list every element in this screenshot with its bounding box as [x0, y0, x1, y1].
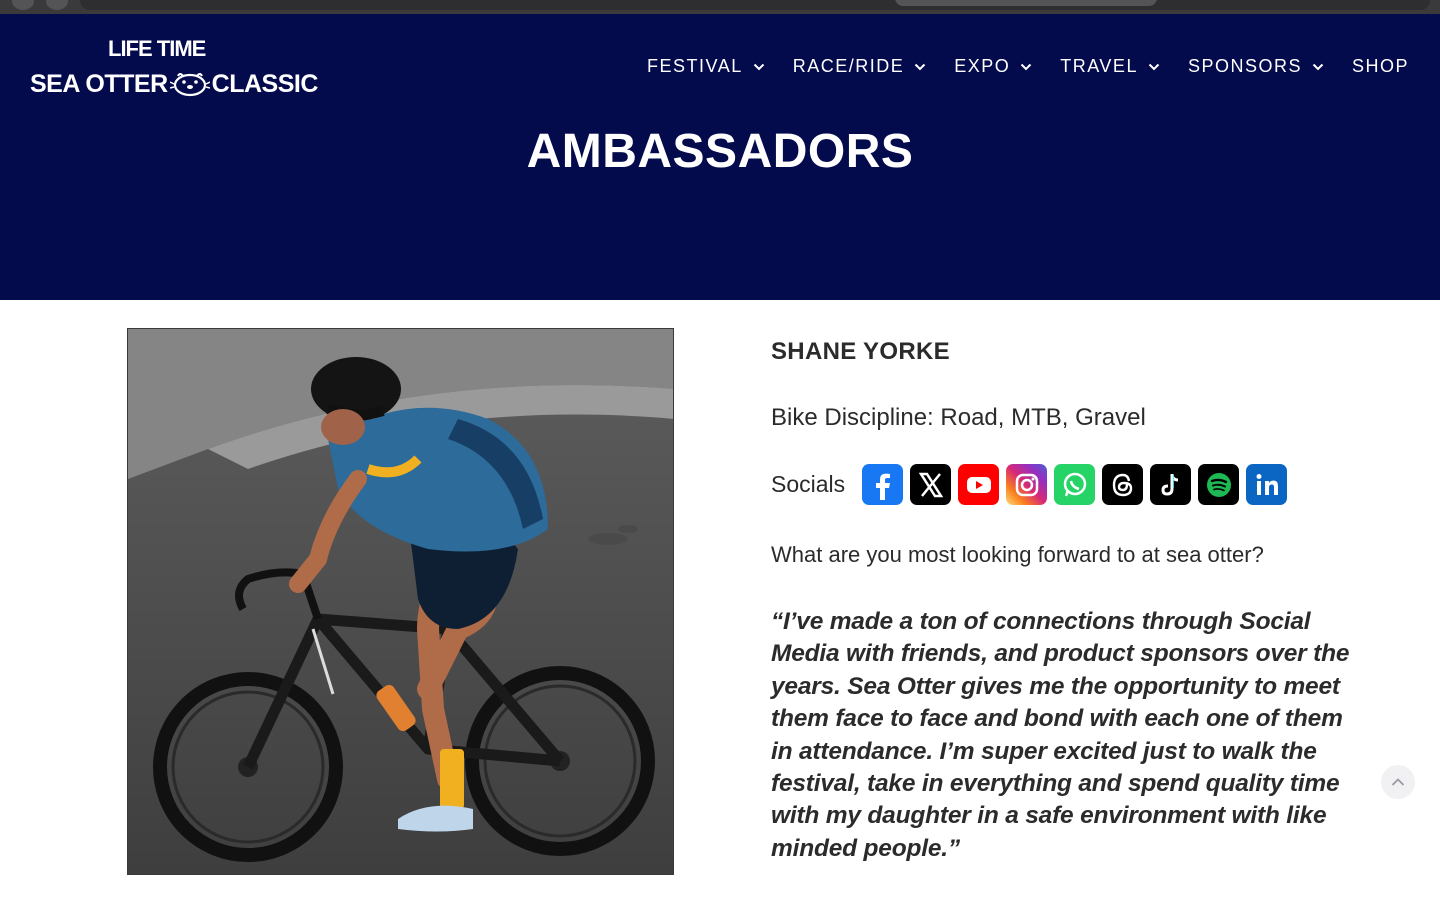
logo-sea-otter-classic: SEA OTTER CLASSIC [30, 70, 318, 99]
nav-shop[interactable]: SHOP [1352, 56, 1409, 77]
linkedin-icon[interactable] [1246, 464, 1288, 505]
spotify-icon[interactable] [1198, 464, 1240, 505]
nav-item-label: SHOP [1351, 56, 1409, 76]
nav-item-label: EXPO [954, 56, 1011, 76]
socials-row: Socials [771, 464, 1294, 505]
nav-festival[interactable]: FESTIVAL [647, 56, 765, 77]
chevron-down-icon [1312, 63, 1324, 70]
nav-item-label: FESTIVAL [647, 56, 743, 76]
browser-tab-bar [80, 0, 1430, 10]
x-icon[interactable] [910, 464, 952, 505]
ambassador-name: SHANE YORKE [771, 338, 950, 365]
nav-travel[interactable]: TRAVEL [1060, 56, 1160, 77]
logo-text-left: SEA OTTER [30, 70, 168, 98]
nav-item-label: SPONSORS [1187, 56, 1302, 76]
bike-discipline: Bike Discipline: Road, MTB, Gravel [771, 404, 1146, 431]
window-control-icon[interactable] [12, 0, 34, 10]
page-title: AMBASSADORS [526, 125, 914, 178]
tiktok-icon[interactable] [1150, 464, 1192, 505]
whatsapp-icon[interactable] [1054, 464, 1096, 505]
ambassador-photo [127, 328, 674, 875]
window-control-icon[interactable] [46, 0, 68, 10]
chevron-down-icon [1021, 63, 1032, 70]
site-logo[interactable]: LIFE TIME SEA OTTER CLASSIC [28, 36, 318, 102]
chevron-down-icon [753, 63, 764, 70]
instagram-icon[interactable] [1006, 464, 1048, 505]
threads-icon[interactable] [1102, 464, 1144, 505]
browser-chrome [0, 0, 1440, 14]
logo-text-right: CLASSIC [211, 70, 319, 98]
scroll-to-top-button[interactable] [1381, 765, 1415, 799]
nav-expo[interactable]: EXPO [954, 56, 1032, 77]
nav-race-ride[interactable]: RACE/RIDE [793, 56, 927, 77]
socials-label: Socials [771, 471, 846, 497]
nav-item-label: TRAVEL [1060, 56, 1138, 76]
otter-icon [169, 73, 210, 97]
nav-sponsors[interactable]: SPONSORS [1188, 56, 1324, 77]
ambassador-quote: “I’ve made a ton of connections through … [771, 608, 1350, 862]
logo-lifetime-text: LIFE TIME [108, 36, 206, 61]
facebook-icon[interactable] [862, 464, 904, 505]
chevron-up-icon [1391, 778, 1405, 786]
nav-item-label: RACE/RIDE [792, 56, 905, 76]
question-text: What are you most looking forward to at … [771, 542, 1264, 567]
chevron-down-icon [915, 63, 926, 70]
chevron-down-icon [1148, 63, 1160, 70]
address-bar[interactable] [895, 0, 1157, 6]
page-header: LIFE TIME SEA OTTER CLASSIC FESTIVAL RAC… [0, 14, 1440, 300]
youtube-icon[interactable] [958, 464, 1000, 505]
main-nav: FESTIVAL RACE/RIDE EXPO TRAVEL SPONSORS … [619, 56, 1409, 77]
